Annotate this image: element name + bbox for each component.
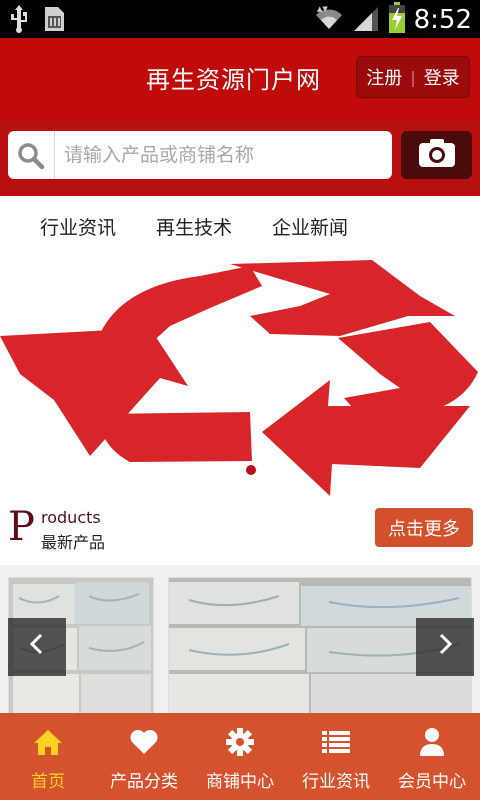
category-nav-item[interactable]: 企业新闻 [272, 213, 348, 240]
carousel-prev-button[interactable] [8, 618, 66, 676]
banner-carousel[interactable] [0, 256, 480, 500]
list-icon [321, 727, 351, 761]
heart-icon [129, 727, 159, 761]
auth-buttons: 注册 | 登录 [356, 56, 470, 98]
sd-card-icon [42, 5, 66, 37]
search-icon[interactable] [16, 141, 46, 171]
products-section-header: P roducts 最新产品 点击更多 [0, 500, 480, 558]
category-nav: 行业资讯 再生技术 企业新闻 [0, 196, 480, 256]
login-button[interactable]: 登录 [424, 64, 460, 90]
usb-icon [8, 5, 30, 37]
tab-product-categories[interactable]: 产品分类 [96, 713, 192, 800]
gear-icon [225, 727, 255, 761]
search-input[interactable] [64, 131, 384, 179]
products-initial: P [8, 504, 35, 550]
home-icon [33, 727, 63, 761]
app-header: 再生资源门户网 注册 | 登录 [0, 38, 480, 118]
svg-text:▲▼: ▲▼ [317, 5, 328, 13]
products-heading-en: roducts [41, 508, 101, 527]
tab-label: 商铺中心 [206, 772, 274, 792]
tab-label: 首页 [31, 772, 65, 792]
site-title: 再生资源门户网 [146, 66, 321, 94]
status-time: 8:52 [413, 5, 472, 35]
wifi-icon: ▲▼ [314, 3, 344, 37]
carousel-indicator-dot[interactable] [246, 465, 256, 475]
category-nav-item[interactable]: 再生技术 [156, 213, 232, 240]
search-box [8, 131, 392, 179]
register-button[interactable]: 注册 [366, 64, 402, 90]
camera-icon [417, 137, 457, 173]
search-divider [54, 131, 55, 179]
tab-industry-news[interactable]: 行业资讯 [288, 713, 384, 800]
products-heading-cn: 最新产品 [41, 533, 106, 552]
battery-charging-icon [388, 2, 406, 38]
chevron-left-icon [27, 632, 47, 663]
tab-label: 产品分类 [110, 772, 178, 792]
tab-member-center[interactable]: 会员中心 [384, 713, 480, 800]
more-products-button[interactable]: 点击更多 [375, 508, 473, 547]
camera-button[interactable] [401, 131, 472, 179]
category-nav-item[interactable]: 行业资讯 [40, 213, 116, 240]
product-carousel [0, 565, 480, 717]
bottom-tab-bar: 首页 产品分类 商铺中心 行业资讯 会员中心 [0, 713, 480, 800]
auth-separator: | [410, 67, 416, 87]
signal-icon [352, 3, 380, 37]
carousel-next-button[interactable] [416, 618, 474, 676]
tab-label: 会员中心 [398, 772, 466, 792]
app-screen: ▲▼ 8:52 再生资源门户网 注册 | 登录 请输入产品或商铺名称 行业资讯 … [0, 0, 480, 800]
tab-label: 行业资讯 [302, 772, 370, 792]
search-bar [0, 118, 480, 196]
user-icon [417, 727, 447, 761]
recycle-arrows-icon [0, 260, 478, 496]
chevron-right-icon [435, 632, 455, 663]
tab-shop-center[interactable]: 商铺中心 [192, 713, 288, 800]
tab-home[interactable]: 首页 [0, 713, 96, 800]
status-bar: ▲▼ 8:52 [0, 0, 480, 38]
